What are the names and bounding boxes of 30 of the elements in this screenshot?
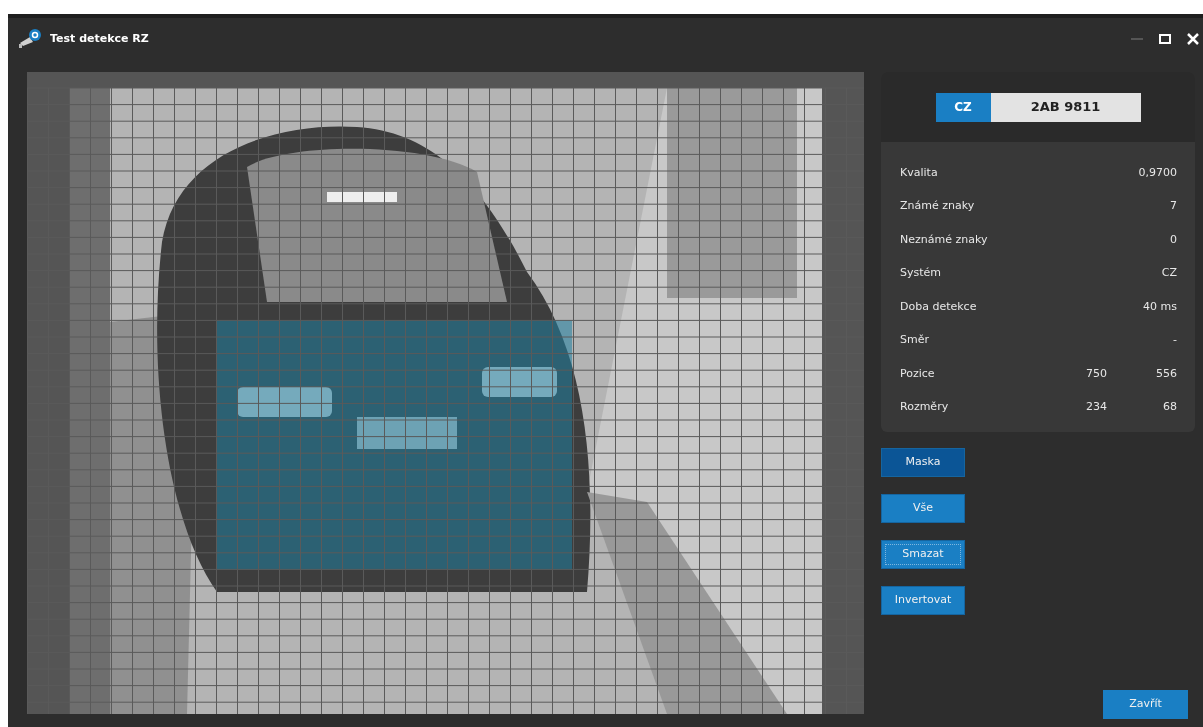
mask-tool-button[interactable]: Vše bbox=[881, 494, 965, 523]
stat-value: 40 ms bbox=[1142, 298, 1177, 315]
mask-tool-button[interactable]: Invertovat bbox=[881, 586, 965, 615]
stat-label: Směr bbox=[900, 332, 930, 348]
stat-value: 0 bbox=[1169, 231, 1177, 248]
maximize-icon bbox=[1159, 34, 1171, 44]
stat-value: 0,9700 bbox=[1137, 164, 1177, 181]
stat-label: Pozice bbox=[900, 365, 936, 382]
stat-label: Doba detekce bbox=[900, 298, 978, 315]
minimize-icon bbox=[1131, 37, 1143, 41]
stat-value: 750 bbox=[1085, 365, 1107, 382]
mask-tool-button[interactable]: Maska bbox=[881, 448, 965, 477]
stat-label: Neznámé znaky bbox=[900, 231, 989, 248]
close-icon bbox=[1187, 33, 1199, 45]
mask-tool-button[interactable]: Smazat bbox=[881, 540, 965, 569]
stat-label: Známé znaky bbox=[900, 198, 976, 214]
stat-value: 234 bbox=[1085, 399, 1107, 415]
camera-gear-icon bbox=[18, 29, 42, 49]
stat-value: 7 bbox=[1169, 198, 1177, 214]
stat-label: Rozměry bbox=[900, 399, 950, 415]
close-dialog-button[interactable]: Zavřít bbox=[1103, 690, 1188, 719]
stat-value: CZ bbox=[1160, 265, 1177, 281]
stat-label: Kvalita bbox=[900, 164, 939, 181]
stat-value: - bbox=[1172, 332, 1177, 348]
window-title: Test detekce RZ bbox=[50, 30, 149, 47]
plate-number: 2AB 9811 bbox=[990, 92, 1141, 122]
stat-value: 556 bbox=[1155, 365, 1177, 382]
stat-value: 68 bbox=[1162, 399, 1177, 415]
plate-country: CZ bbox=[935, 92, 991, 122]
stat-label: Systém bbox=[900, 265, 943, 281]
